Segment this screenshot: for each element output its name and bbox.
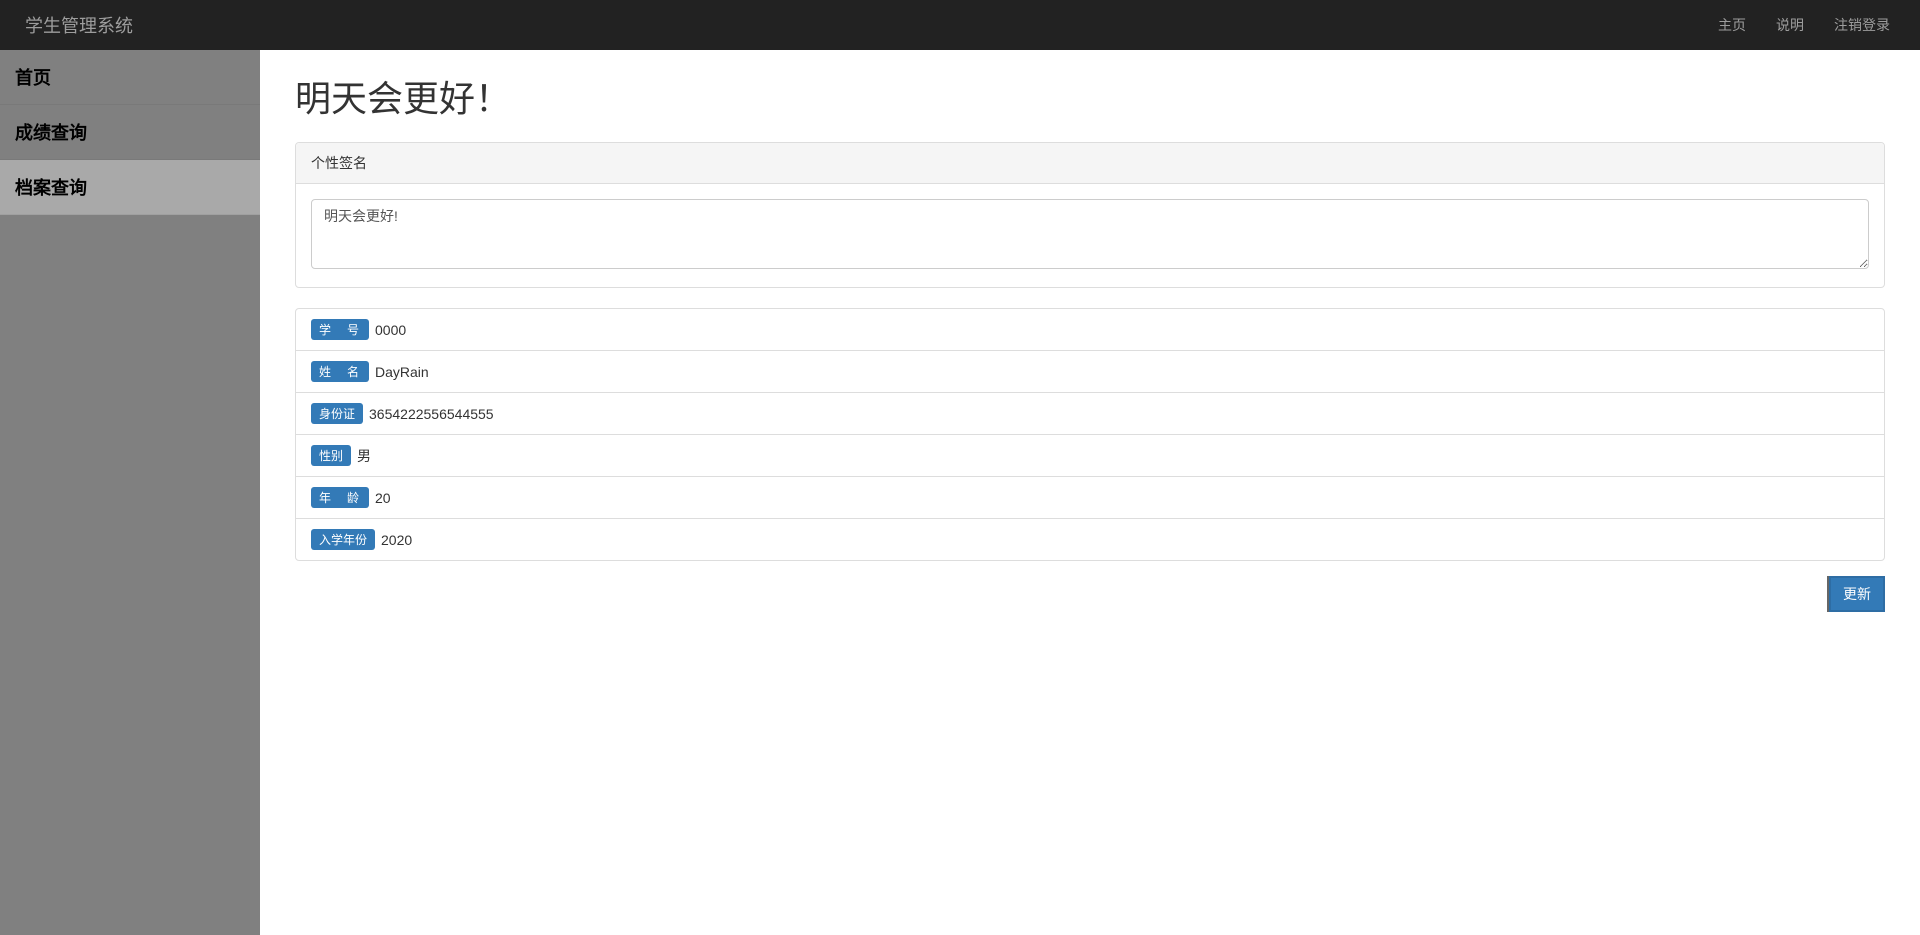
field-gender: 性别 男 xyxy=(296,435,1884,477)
field-value: 男 xyxy=(357,446,371,466)
field-value: 2020 xyxy=(381,532,412,548)
sidebar-item-grades[interactable]: 成绩查询 xyxy=(0,105,260,160)
nav-link-logout[interactable]: 注销登录 xyxy=(1819,0,1905,50)
field-name: 姓 名 DayRain xyxy=(296,351,1884,393)
top-navbar: 学生管理系统 主页 说明 注销登录 xyxy=(0,0,1920,50)
sidebar-item-home[interactable]: 首页 xyxy=(0,50,260,105)
field-label: 姓 名 xyxy=(311,361,369,382)
field-label: 身份证 xyxy=(311,403,363,424)
field-label: 年 龄 xyxy=(311,487,369,508)
navbar-links: 主页 说明 注销登录 xyxy=(1703,0,1905,50)
field-label: 入学年份 xyxy=(311,529,375,550)
field-enroll-year: 入学年份 2020 xyxy=(296,519,1884,560)
field-value: 20 xyxy=(375,490,391,506)
signature-panel: 个性签名 xyxy=(295,142,1885,288)
sidebar-item-archive[interactable]: 档案查询 xyxy=(0,160,260,215)
panel-heading: 个性签名 xyxy=(296,143,1884,184)
field-age: 年 龄 20 xyxy=(296,477,1884,519)
nav-link-home[interactable]: 主页 xyxy=(1703,0,1761,50)
field-value: 0000 xyxy=(375,322,406,338)
field-student-id: 学 号 0000 xyxy=(296,309,1884,351)
field-value: DayRain xyxy=(375,364,429,380)
field-id-card: 身份证 3654222556544555 xyxy=(296,393,1884,435)
page-title: 明天会更好！ xyxy=(295,70,1885,122)
field-label: 学 号 xyxy=(311,319,369,340)
nav-link-about[interactable]: 说明 xyxy=(1761,0,1819,50)
update-button[interactable]: 更新 xyxy=(1829,576,1885,612)
field-label: 性别 xyxy=(311,445,351,466)
field-value: 3654222556544555 xyxy=(369,406,494,422)
navbar-brand[interactable]: 学生管理系统 xyxy=(15,12,143,38)
signature-textarea[interactable] xyxy=(311,199,1869,269)
profile-list: 学 号 0000 姓 名 DayRain 身份证 365422255654455… xyxy=(295,308,1885,561)
sidebar: 首页 成绩查询 档案查询 xyxy=(0,50,260,935)
main-content: 明天会更好！ 个性签名 学 号 0000 姓 名 DayRain 身份证 365… xyxy=(260,50,1920,935)
